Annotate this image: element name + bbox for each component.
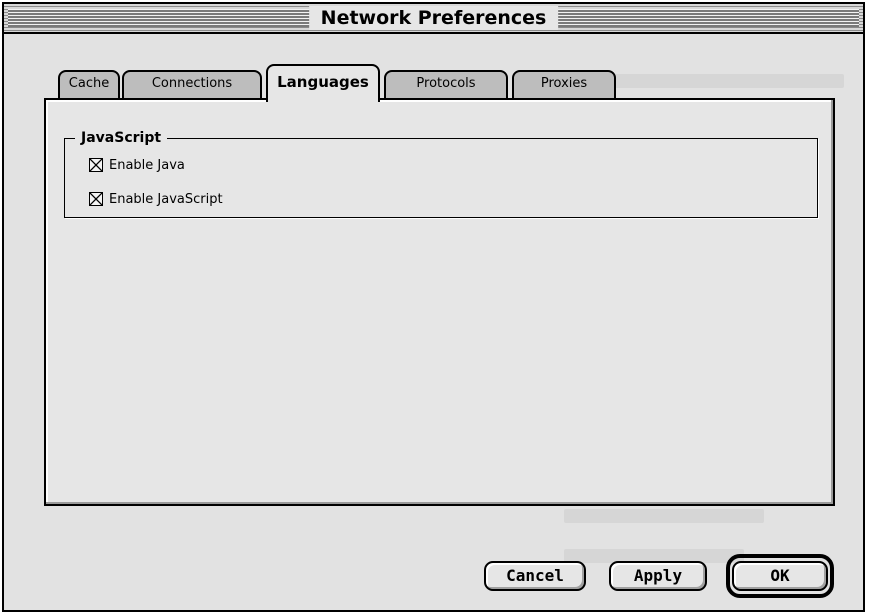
languages-panel: JavaScript Enable Java Enable JavaScript xyxy=(44,98,835,506)
title-bar[interactable]: Network Preferences xyxy=(4,4,863,34)
x-mark-icon xyxy=(90,193,102,205)
enable-javascript-checkbox[interactable] xyxy=(89,192,103,206)
groupbox-title: JavaScript xyxy=(75,128,168,148)
cancel-button[interactable]: Cancel xyxy=(484,561,586,591)
enable-javascript-label: Enable JavaScript xyxy=(109,191,223,207)
ok-button[interactable]: OK xyxy=(732,561,828,591)
tab-proxies[interactable]: Proxies xyxy=(512,70,616,98)
enable-java-option[interactable]: Enable Java xyxy=(89,155,185,175)
tab-cache[interactable]: Cache xyxy=(58,70,120,98)
x-mark-icon xyxy=(90,159,102,171)
tab-languages[interactable]: Languages xyxy=(266,64,380,102)
javascript-groupbox: JavaScript Enable Java Enable JavaScript xyxy=(64,128,818,218)
enable-java-checkbox[interactable] xyxy=(89,158,103,172)
apply-button[interactable]: Apply xyxy=(609,561,707,591)
enable-javascript-option[interactable]: Enable JavaScript xyxy=(89,189,223,209)
tab-connections[interactable]: Connections xyxy=(122,70,262,98)
window-title: Network Preferences xyxy=(308,6,559,30)
tab-protocols[interactable]: Protocols xyxy=(384,70,508,98)
enable-java-label: Enable Java xyxy=(109,157,185,173)
